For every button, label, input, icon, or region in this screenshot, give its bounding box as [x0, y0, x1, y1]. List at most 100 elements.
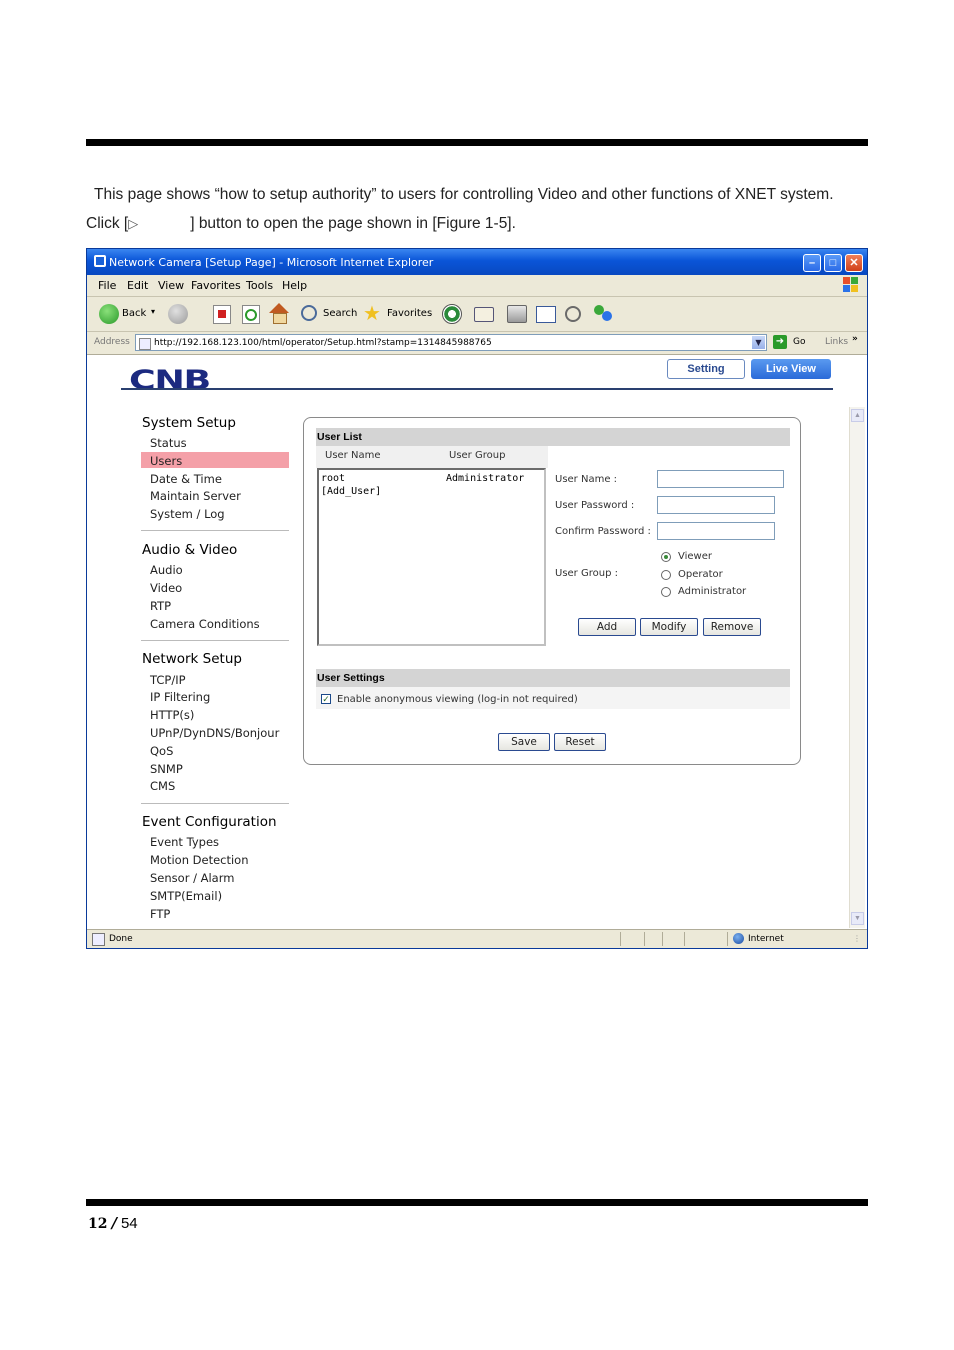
nav-item-cms[interactable]: CMS: [150, 779, 175, 793]
user-group-label: User Group :: [555, 568, 618, 579]
radio-administrator-label[interactable]: Administrator: [678, 586, 746, 597]
nav-item-smtp[interactable]: SMTP(Email): [150, 889, 222, 903]
mail-icon[interactable]: [474, 307, 494, 322]
radio-administrator[interactable]: [661, 587, 671, 597]
radio-viewer[interactable]: [661, 552, 671, 562]
list-item[interactable]: root Administrator: [321, 473, 543, 486]
user-password-label: User Password :: [555, 500, 635, 511]
nav-item-upnp[interactable]: UPnP/DynDNS/Bonjour: [150, 726, 279, 740]
menu-edit[interactable]: Edit: [127, 279, 148, 292]
remove-button[interactable]: Remove: [703, 618, 761, 636]
user-name-label: User Name :: [555, 474, 618, 485]
edit-icon[interactable]: [536, 306, 556, 323]
add-button[interactable]: Add: [578, 618, 636, 636]
nav-item-status[interactable]: Status: [150, 436, 187, 450]
user-password-input[interactable]: [657, 496, 775, 514]
menu-favorites[interactable]: Favorites: [191, 279, 241, 292]
nav-item-https[interactable]: HTTP(s): [150, 708, 194, 722]
menu-view[interactable]: View: [158, 279, 184, 292]
links-chevron-icon[interactable]: »: [852, 334, 858, 344]
nav-item-maintain-server[interactable]: Maintain Server: [150, 489, 241, 503]
nav-heading-event-configuration[interactable]: Event Configuration: [142, 814, 277, 830]
address-input[interactable]: http://192.168.123.100/html/operator/Set…: [135, 334, 767, 351]
page-done-icon: [92, 933, 105, 946]
user-list-box[interactable]: root Administrator [Add_User]: [317, 468, 546, 646]
user-settings-panel: User List User Name User Group root Admi…: [303, 417, 801, 765]
confirm-password-input[interactable]: [657, 522, 775, 540]
nav-item-ip-filtering[interactable]: IP Filtering: [150, 690, 210, 704]
menu-help[interactable]: Help: [282, 279, 307, 292]
maximize-button[interactable]: □: [824, 254, 842, 272]
scroll-up-icon[interactable]: ▲: [851, 409, 864, 422]
live-view-button[interactable]: Live View: [751, 359, 831, 379]
home-icon[interactable]: [269, 303, 289, 313]
zone-label: Internet: [748, 934, 784, 944]
address-url[interactable]: http://192.168.123.100/html/operator/Set…: [154, 338, 492, 348]
radio-operator-label[interactable]: Operator: [678, 569, 723, 580]
print-icon[interactable]: [507, 305, 527, 323]
nav-item-sensor-alarm[interactable]: Sensor / Alarm: [150, 871, 234, 885]
nav-item-users[interactable]: Users: [150, 454, 182, 468]
anonymous-label[interactable]: Enable anonymous viewing (log-in not req…: [337, 694, 578, 705]
user-settings-section-bar: User Settings: [316, 669, 790, 687]
close-button[interactable]: ✕: [845, 254, 863, 272]
nav-item-date-time[interactable]: Date & Time: [150, 472, 222, 486]
nav-heading-network-setup[interactable]: Network Setup: [142, 651, 242, 667]
search-button-label[interactable]: Search: [323, 308, 357, 319]
nav-divider: [141, 803, 289, 804]
toolbar: Back ▾ Search ★ Favorites: [87, 297, 867, 332]
forward-icon[interactable]: [168, 304, 188, 324]
back-dropdown-icon[interactable]: ▾: [151, 307, 155, 316]
go-arrow-icon[interactable]: ➜: [773, 335, 787, 349]
minimize-button[interactable]: –: [803, 254, 821, 272]
setting-button[interactable]: Setting: [667, 359, 745, 379]
footer-rule: [86, 1199, 868, 1206]
nav-item-tcp-ip[interactable]: TCP/IP: [150, 673, 186, 687]
nav-item-audio[interactable]: Audio: [150, 563, 183, 577]
back-button-label[interactable]: Back: [122, 308, 146, 319]
resize-grip-icon[interactable]: ⋮: [853, 934, 861, 943]
menu-tools[interactable]: Tools: [246, 279, 273, 292]
radio-viewer-label[interactable]: Viewer: [678, 551, 712, 562]
stop-icon[interactable]: [213, 305, 231, 324]
save-button[interactable]: Save: [498, 733, 550, 751]
nav-heading-system-setup[interactable]: System Setup: [142, 415, 236, 431]
header-divider: [121, 388, 833, 390]
scroll-down-icon[interactable]: ▼: [851, 912, 864, 925]
cnb-logo: CNB: [129, 365, 211, 396]
reset-button[interactable]: Reset: [554, 733, 606, 751]
nav-item-qos[interactable]: QoS: [150, 744, 173, 758]
address-dropdown-icon[interactable]: ▼: [752, 336, 765, 349]
history-icon[interactable]: [442, 304, 462, 324]
radio-operator[interactable]: [661, 570, 671, 580]
page-number: 12/54: [88, 1214, 138, 1232]
ie-page-icon: [94, 255, 106, 267]
back-icon[interactable]: [99, 304, 119, 324]
nav-item-ftp[interactable]: FTP: [150, 907, 170, 921]
user-name-input[interactable]: [657, 470, 784, 488]
refresh-icon[interactable]: [242, 305, 260, 324]
address-bar: Address http://192.168.123.100/html/oper…: [87, 332, 867, 355]
nav-item-event-types[interactable]: Event Types: [150, 835, 219, 849]
user-list-section-bar: User List: [316, 428, 790, 446]
links-label[interactable]: Links: [825, 337, 848, 347]
nav-item-video[interactable]: Video: [150, 581, 182, 595]
nav-item-motion-detection[interactable]: Motion Detection: [150, 853, 249, 867]
nav-item-rtp[interactable]: RTP: [150, 599, 171, 613]
nav-item-system-log[interactable]: System / Log: [150, 507, 225, 521]
favorites-star-icon[interactable]: ★: [363, 301, 381, 325]
col-user-group: User Group: [449, 450, 506, 461]
vertical-scrollbar[interactable]: ▲ ▼: [849, 407, 865, 928]
nav-item-snmp[interactable]: SNMP: [150, 762, 183, 776]
search-icon[interactable]: [301, 305, 317, 321]
discuss-icon[interactable]: [565, 306, 581, 322]
menu-file[interactable]: File: [98, 279, 116, 292]
go-button[interactable]: Go: [793, 337, 805, 347]
modify-button[interactable]: Modify: [640, 618, 698, 636]
title-bar[interactable]: Network Camera [Setup Page] - Microsoft …: [87, 249, 867, 275]
list-item[interactable]: [Add_User]: [321, 486, 543, 499]
anonymous-checkbox[interactable]: ✓: [321, 694, 331, 704]
nav-heading-audio-video[interactable]: Audio & Video: [142, 542, 237, 558]
nav-item-camera-conditions[interactable]: Camera Conditions: [150, 617, 260, 631]
favorites-button-label[interactable]: Favorites: [387, 308, 432, 319]
